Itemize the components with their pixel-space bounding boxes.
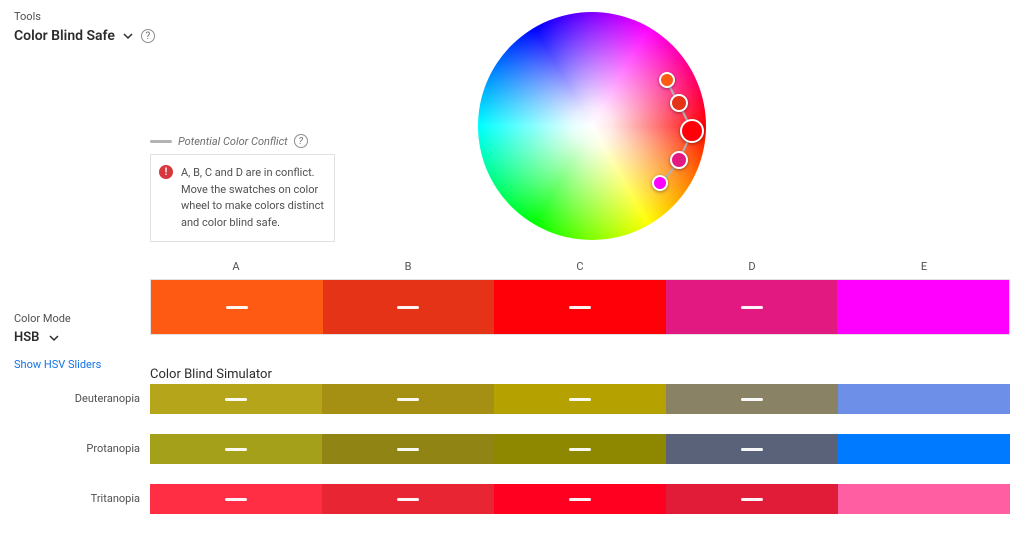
column-label: C	[494, 260, 666, 273]
color-mode-value: HSB	[14, 330, 39, 345]
legend-line-icon	[150, 140, 172, 143]
drag-handle-icon	[397, 306, 419, 309]
wheel-marker[interactable]	[680, 119, 704, 143]
wheel-marker[interactable]	[670, 151, 688, 169]
drag-handle-icon	[741, 398, 763, 401]
drag-handle-icon	[225, 398, 247, 401]
drag-handle-icon	[569, 398, 591, 401]
palette-swatch[interactable]	[323, 280, 495, 334]
tool-name: Color Blind Safe	[14, 28, 115, 44]
sim-row-label: Deuteranopia	[75, 392, 140, 405]
drag-handle-icon	[226, 306, 248, 309]
color-mode-label: Color Mode	[14, 312, 71, 325]
wheel-marker[interactable]	[659, 72, 675, 88]
simulator-row	[150, 434, 1010, 464]
tool-dropdown[interactable]: Color Blind Safe ?	[14, 28, 155, 44]
drag-handle-icon	[741, 448, 763, 451]
simulator-swatch	[150, 434, 322, 464]
show-sliders-link[interactable]: Show HSV Sliders	[14, 358, 101, 371]
simulator-swatch	[322, 384, 494, 414]
simulator-swatch	[838, 484, 1010, 514]
simulator-swatch	[666, 384, 838, 414]
palette: ABCDE	[150, 260, 1010, 335]
simulator-swatch	[494, 434, 666, 464]
wheel-marker[interactable]	[670, 94, 688, 112]
conflict-warning: ! A, B, C and D are in conflict. Move th…	[150, 154, 335, 242]
column-label: B	[322, 260, 494, 273]
simulator-swatch	[494, 384, 666, 414]
simulator-title: Color Blind Simulator	[150, 367, 272, 382]
simulator-swatch	[494, 484, 666, 514]
sim-row-label: Protanopia	[86, 442, 140, 455]
drag-handle-icon	[741, 306, 763, 309]
simulator-swatch	[838, 434, 1010, 464]
simulator-swatch	[322, 484, 494, 514]
palette-swatch[interactable]	[151, 280, 323, 334]
simulator-swatch	[150, 484, 322, 514]
drag-handle-icon	[569, 448, 591, 451]
simulator-row	[150, 384, 1010, 414]
drag-handle-icon	[397, 498, 419, 501]
simulator-swatch	[666, 434, 838, 464]
simulator-swatch	[838, 384, 1010, 414]
warning-text: A, B, C and D are in conflict. Move the …	[181, 166, 324, 229]
palette-swatch[interactable]	[837, 280, 1009, 334]
legend-label: Potential Color Conflict	[178, 135, 288, 148]
wheel-marker[interactable]	[652, 175, 668, 191]
alert-icon: !	[159, 165, 173, 179]
help-icon[interactable]: ?	[141, 29, 155, 43]
tools-section-label: Tools	[14, 10, 41, 23]
simulator-swatch	[666, 484, 838, 514]
palette-swatch[interactable]	[666, 280, 838, 334]
drag-handle-icon	[569, 498, 591, 501]
color-mode-dropdown[interactable]: HSB	[14, 330, 59, 345]
drag-handle-icon	[741, 498, 763, 501]
drag-handle-icon	[397, 398, 419, 401]
chevron-down-icon	[49, 333, 59, 343]
column-label: D	[666, 260, 838, 273]
palette-swatch[interactable]	[494, 280, 666, 334]
drag-handle-icon	[225, 498, 247, 501]
drag-handle-icon	[569, 306, 591, 309]
column-label: A	[150, 260, 322, 273]
column-label: E	[838, 260, 1010, 273]
simulator-swatch	[150, 384, 322, 414]
chevron-down-icon	[123, 31, 133, 41]
legend: Potential Color Conflict ?	[150, 134, 308, 148]
sim-row-label: Tritanopia	[91, 492, 140, 505]
drag-handle-icon	[397, 448, 419, 451]
simulator	[150, 384, 1010, 534]
color-wheel[interactable]	[478, 12, 706, 240]
drag-handle-icon	[225, 448, 247, 451]
help-icon[interactable]: ?	[294, 134, 308, 148]
simulator-row	[150, 484, 1010, 514]
simulator-swatch	[322, 434, 494, 464]
